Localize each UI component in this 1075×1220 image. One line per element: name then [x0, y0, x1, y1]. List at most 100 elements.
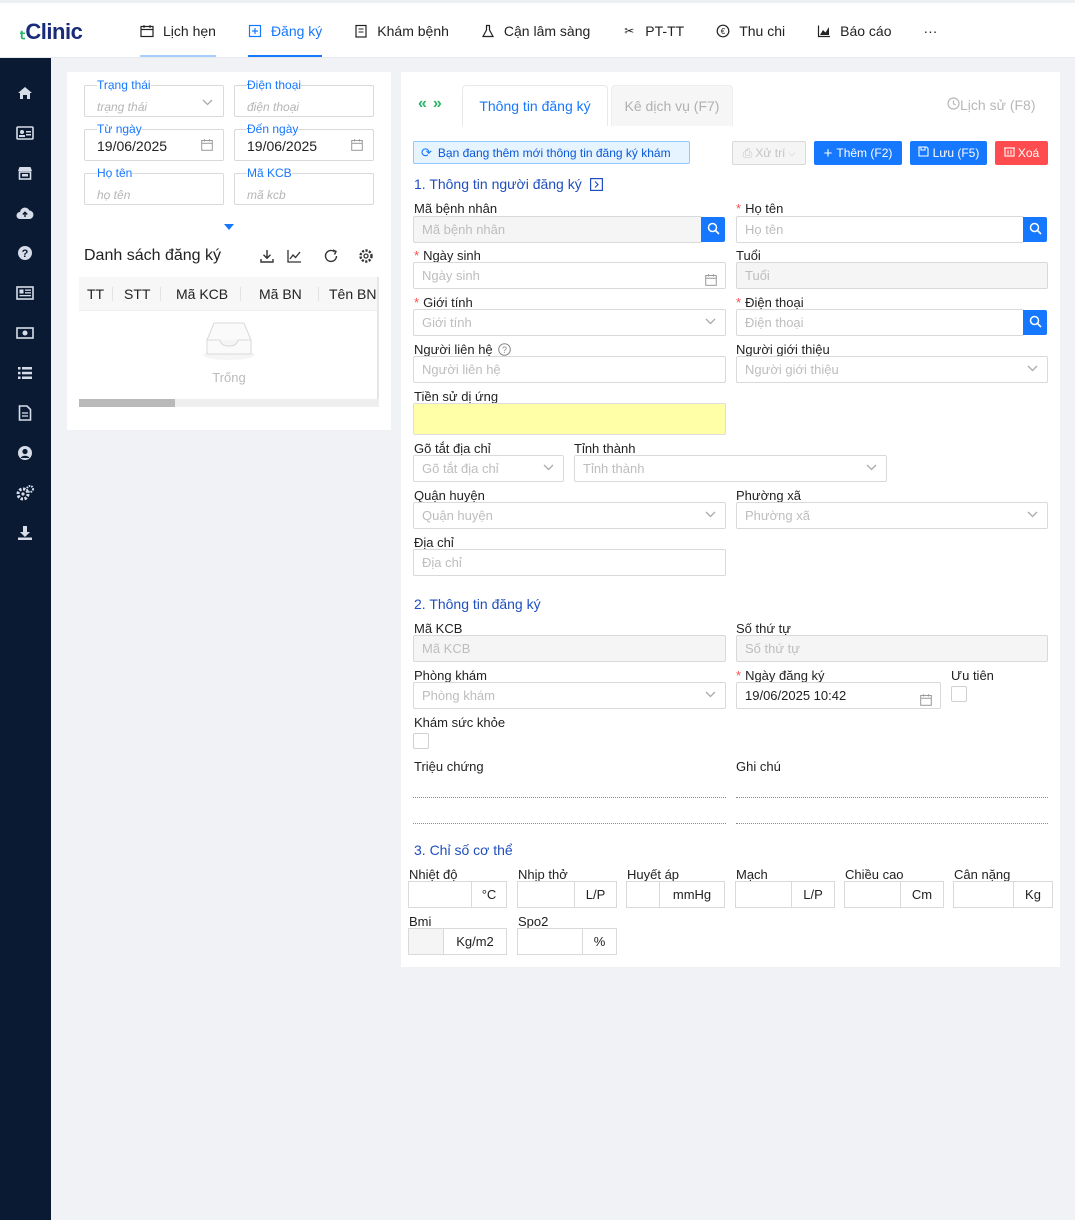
- phone-filter[interactable]: Điện thoại điện thoại: [234, 78, 374, 117]
- calendar-icon: [351, 139, 363, 154]
- line-chart-icon[interactable]: [286, 248, 302, 264]
- add-button[interactable]: + Thêm (F2): [814, 141, 902, 165]
- delete-button[interactable]: Xoá: [995, 141, 1048, 165]
- expand-filters-toggle[interactable]: [224, 224, 234, 230]
- respiration-input[interactable]: [517, 881, 574, 908]
- blood-pressure-input[interactable]: [626, 881, 659, 908]
- money-icon[interactable]: [16, 324, 34, 342]
- ward-select[interactable]: Phường xã: [736, 502, 1048, 529]
- dob-input[interactable]: Ngày sinh: [413, 262, 726, 289]
- nav-lich-hen[interactable]: Lịch hẹn: [124, 3, 232, 58]
- nav-more-button[interactable]: ···: [907, 3, 953, 58]
- download-icon[interactable]: [16, 524, 34, 542]
- contact-input[interactable]: Người liên hệ: [413, 356, 726, 383]
- weight-input[interactable]: [953, 881, 1013, 908]
- store-icon[interactable]: [16, 164, 34, 182]
- province-label: Tỉnh thành: [574, 441, 636, 456]
- double-chevron-left-icon[interactable]: «: [418, 95, 433, 112]
- column-header-stt[interactable]: STT: [124, 277, 150, 310]
- kcb-filter[interactable]: Mã KCB mã kcb: [234, 166, 374, 205]
- notes-label: Ghi chú: [736, 759, 781, 774]
- phone-input[interactable]: Điện thoại: [736, 309, 1024, 336]
- order-number-input[interactable]: Số thứ tự: [736, 635, 1048, 662]
- gear-icon[interactable]: [358, 248, 374, 264]
- priority-checkbox[interactable]: [951, 686, 967, 702]
- symptoms-line-1[interactable]: [413, 797, 726, 798]
- spo2-input[interactable]: [517, 928, 582, 955]
- referrer-select[interactable]: Người giới thiệu: [736, 356, 1048, 383]
- process-button[interactable]: ⎙ Xử trí ⌵: [732, 141, 806, 165]
- list-icon[interactable]: [16, 364, 34, 382]
- document-icon[interactable]: [16, 404, 34, 422]
- full-name-input[interactable]: Họ tên: [736, 216, 1024, 243]
- allergy-input[interactable]: [413, 403, 726, 435]
- horizontal-scrollbar[interactable]: [79, 399, 379, 407]
- chevron-down-icon: [866, 456, 877, 481]
- status-filter[interactable]: Trạng thái trạng thái: [84, 78, 224, 117]
- kcb-input[interactable]: Mã KCB: [413, 635, 726, 662]
- calendar-icon: [920, 689, 932, 708]
- nav-kham-benh[interactable]: Khám bệnh: [338, 3, 465, 58]
- from-date-filter[interactable]: Từ ngày 19/06/2025: [84, 122, 224, 161]
- column-header-tt[interactable]: TT: [87, 277, 104, 310]
- weight-unit: Kg: [1013, 881, 1053, 908]
- tab-services[interactable]: Kê dịch vụ (F7): [611, 85, 733, 126]
- to-date-value: 19/06/2025: [247, 138, 318, 154]
- height-input[interactable]: [844, 881, 900, 908]
- download-icon[interactable]: [259, 248, 275, 264]
- double-chevron-right-icon[interactable]: »: [433, 95, 448, 112]
- to-date-filter[interactable]: Đến ngày 19/06/2025: [234, 122, 374, 161]
- status-filter-placeholder: trạng thái: [97, 100, 148, 114]
- column-header-ten-bn[interactable]: Tên BN: [329, 277, 376, 310]
- nav-can-lam-sang[interactable]: Cận lâm sàng: [465, 3, 606, 58]
- history-button[interactable]: Lịch sử (F8): [947, 97, 1036, 113]
- age-input[interactable]: Tuổi: [736, 262, 1048, 289]
- bmi-label: Bmi: [409, 914, 432, 929]
- toggle-section-icon[interactable]: [589, 178, 603, 194]
- reg-date-input[interactable]: 19/06/2025 10:42: [736, 682, 941, 709]
- bmi-input[interactable]: [408, 928, 443, 955]
- patient-id-input[interactable]: Mã bệnh nhân: [413, 216, 702, 243]
- section-vitals-title: 3. Chỉ số cơ thể: [414, 842, 513, 858]
- reload-icon[interactable]: [323, 248, 339, 264]
- symptoms-line-2[interactable]: [413, 823, 726, 824]
- column-header-ma-bn[interactable]: Mã BN: [259, 277, 302, 310]
- notes-line-2[interactable]: [736, 823, 1048, 824]
- province-select[interactable]: Tỉnh thành: [574, 455, 887, 482]
- column-header-ma-kcb[interactable]: Mã KCB: [176, 277, 228, 310]
- collapse-panel-toggle[interactable]: «»: [418, 95, 448, 113]
- name-filter[interactable]: Họ tên họ tên: [84, 166, 224, 205]
- nav-dang-ky[interactable]: Đăng ký: [232, 3, 338, 58]
- cloud-upload-icon[interactable]: [16, 204, 34, 222]
- news-icon[interactable]: [16, 284, 34, 302]
- patient-search-button[interactable]: [701, 217, 725, 242]
- blood-pressure-unit: mmHg: [659, 881, 725, 908]
- nav-thu-chi[interactable]: € Thu chi: [700, 3, 801, 58]
- health-check-checkbox[interactable]: [413, 733, 429, 749]
- id-card-icon[interactable]: [16, 124, 34, 142]
- gender-label: * Giới tính: [414, 295, 473, 310]
- notes-line-1[interactable]: [736, 797, 1048, 798]
- nav-bao-cao[interactable]: Báo cáo: [801, 3, 907, 58]
- temperature-input[interactable]: [408, 881, 471, 908]
- save-button[interactable]: Lưu (F5): [910, 141, 987, 165]
- scrollbar-thumb[interactable]: [79, 399, 175, 407]
- address-shortcut-select[interactable]: Gõ tắt địa chỉ: [413, 455, 564, 482]
- user-circle-icon[interactable]: [16, 444, 34, 462]
- help-icon[interactable]: ?: [16, 244, 34, 262]
- address-input[interactable]: Địa chỉ: [413, 549, 726, 576]
- chevron-down-icon: [1027, 357, 1038, 382]
- respiration-label: Nhịp thở: [518, 867, 568, 882]
- nav-pt-tt[interactable]: ✂ PT-TT: [606, 3, 700, 58]
- district-select[interactable]: Quận huyện: [413, 502, 726, 529]
- app-logo[interactable]: ₜClinic: [20, 19, 83, 45]
- gender-select[interactable]: Giới tính: [413, 309, 726, 336]
- tab-registration-info[interactable]: Thông tin đăng ký: [462, 85, 608, 126]
- phone-search-button[interactable]: [1023, 310, 1047, 335]
- settings-icon[interactable]: [16, 484, 34, 502]
- referrer-label: Người giới thiệu: [736, 342, 830, 357]
- home-icon[interactable]: [16, 84, 34, 102]
- name-search-button[interactable]: [1023, 217, 1047, 242]
- pulse-input[interactable]: [735, 881, 791, 908]
- clinic-room-select[interactable]: Phòng khám: [413, 682, 726, 709]
